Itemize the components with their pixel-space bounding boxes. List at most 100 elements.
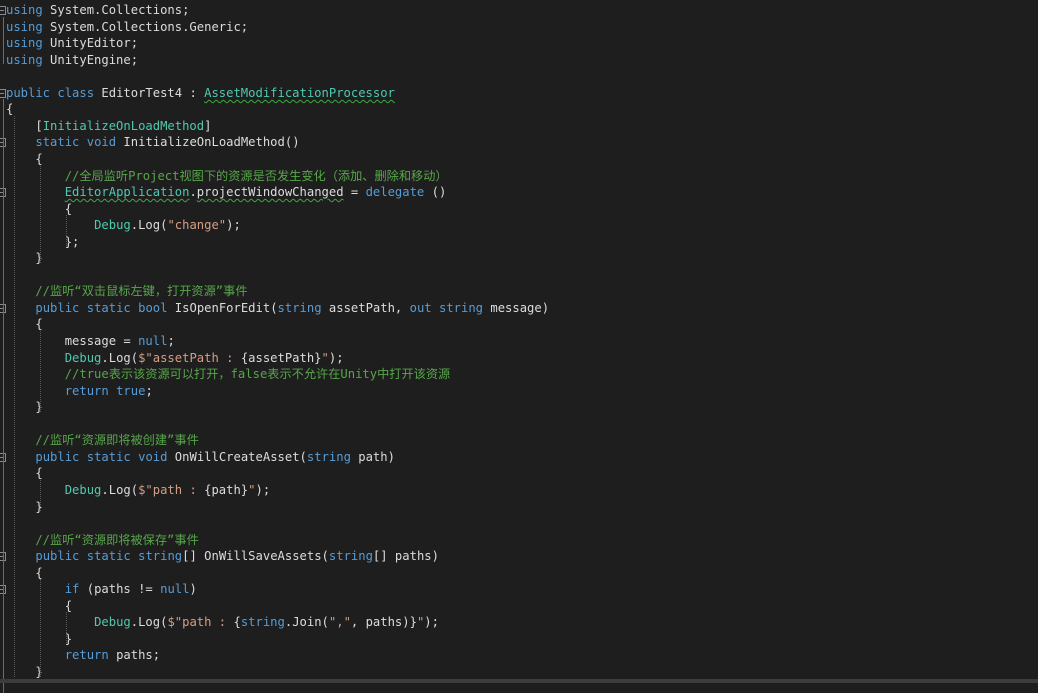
code-token: = — [343, 185, 366, 200]
code-token: .Join( — [284, 615, 329, 630]
code-token: delegate — [365, 185, 425, 200]
code-token: //监听“双击鼠标左键，打开资源”事件 — [6, 284, 248, 299]
code-token: }; — [6, 234, 80, 249]
code-token: ) — [189, 582, 197, 597]
code-text: Debug.Log($"path : {string.Join(",", pat… — [6, 614, 439, 630]
code-token: Debug — [94, 218, 131, 233]
code-text: message = null; — [6, 333, 175, 349]
code-token: using — [6, 52, 43, 67]
code-text: { — [6, 316, 42, 332]
code-text: EditorApplication.projectWindowChanged =… — [6, 184, 447, 200]
code-text: //全局监听Project视图下的资源是否发生变化（添加、删除和移动） — [6, 168, 448, 184]
code-token: } — [6, 251, 43, 266]
code-token: (paths != — [79, 582, 161, 597]
outline-marker — [3, 16, 4, 65]
code-text: } — [6, 664, 43, 680]
code-token: EditorTest4 : — [94, 85, 205, 100]
code-token: { — [6, 466, 43, 481]
code-token: "," — [328, 615, 351, 630]
code-editor[interactable]: using System.Collections; using System.Co… — [0, 0, 1038, 693]
code-token: [] OnWillSaveAssets( — [182, 549, 329, 564]
code-text: public class EditorTest4 : AssetModifica… — [6, 85, 395, 101]
code-token: //监听“资源即将被创建”事件 — [6, 433, 199, 448]
code-token: { — [233, 615, 241, 630]
code-token: ); — [424, 615, 439, 630]
code-token: string — [277, 300, 322, 315]
code-token: $"assetPath : — [138, 350, 241, 365]
indent-guide — [40, 479, 41, 512]
code-token: [ — [6, 118, 43, 133]
code-text: { — [6, 151, 42, 167]
indent-guide — [66, 215, 67, 247]
code-token: string — [306, 449, 351, 464]
code-token: { — [6, 102, 14, 117]
code-token: string — [240, 615, 285, 630]
code-token: return — [64, 383, 109, 398]
code-token: return — [64, 648, 109, 663]
code-token: ); — [328, 350, 344, 365]
code-text: if (paths != null) — [6, 581, 197, 597]
code-text: //true表示该资源可以打开，false表示不允许在Unity中打开该资源 — [6, 366, 451, 382]
code-token: AssetModificationProcessor — [204, 85, 395, 100]
code-token: UnityEditor; — [42, 36, 139, 51]
code-token: message = — [6, 334, 139, 348]
code-text: } — [6, 399, 43, 415]
code-token: out — [409, 300, 432, 315]
code-token: null — [138, 334, 168, 348]
code-token: assetPath, — [321, 300, 410, 315]
code-token: InitializeOnLoadMethod — [42, 118, 205, 133]
code-token: . — [189, 185, 197, 200]
code-token: {assetPath} — [240, 350, 322, 365]
code-token: string — [138, 549, 183, 564]
code-token: $"path : — [138, 482, 205, 497]
indent-guide — [40, 331, 41, 412]
code-token: ); — [226, 218, 241, 233]
code-text: { — [6, 465, 43, 481]
code-text: [InitializeOnLoadMethod] — [6, 118, 211, 134]
code-token: System.Collections.Generic; — [42, 19, 249, 34]
code-text: }; — [6, 234, 80, 250]
code-token: " — [248, 482, 256, 497]
code-text: //监听“双击鼠标左键，打开资源”事件 — [6, 283, 248, 299]
code-token: " — [321, 350, 329, 365]
code-token: string — [438, 300, 484, 315]
code-token: } — [6, 665, 43, 679]
code-token: [] paths) — [372, 549, 439, 564]
code-token: } — [6, 400, 43, 415]
code-token: public — [35, 449, 80, 464]
code-text: public static void OnWillCreateAsset(str… — [6, 449, 395, 465]
code-text: public static string[] OnWillSaveAssets(… — [6, 548, 439, 564]
code-token: public — [35, 300, 80, 315]
code-token: .Log( — [101, 482, 139, 497]
code-text: static void InitializeOnLoadMethod() — [6, 134, 299, 150]
code-token: true — [116, 383, 146, 398]
code-token: public — [6, 85, 51, 100]
code-token: { — [6, 565, 43, 580]
code-token: OnWillCreateAsset( — [167, 449, 307, 464]
code-token: path) — [350, 449, 395, 464]
code-text: Debug.Log("change"); — [6, 217, 241, 233]
code-text: using System.Collections.Generic; — [6, 19, 248, 35]
code-text: Debug.Log($"path : {path}"); — [6, 482, 270, 498]
code-token: .Log( — [130, 218, 168, 233]
code-token: ; — [145, 383, 153, 398]
code-text: return true; — [6, 383, 153, 399]
code-token: //true表示该资源可以打开，false表示不允许在Unity中打开该资源 — [6, 367, 451, 382]
code-token: , paths)} — [350, 615, 417, 630]
horizontal-scrollbar[interactable] — [0, 679, 1038, 683]
code-text: //监听“资源即将被保存”事件 — [6, 532, 198, 548]
outline-marker — [3, 99, 4, 693]
code-text: } — [6, 250, 43, 266]
